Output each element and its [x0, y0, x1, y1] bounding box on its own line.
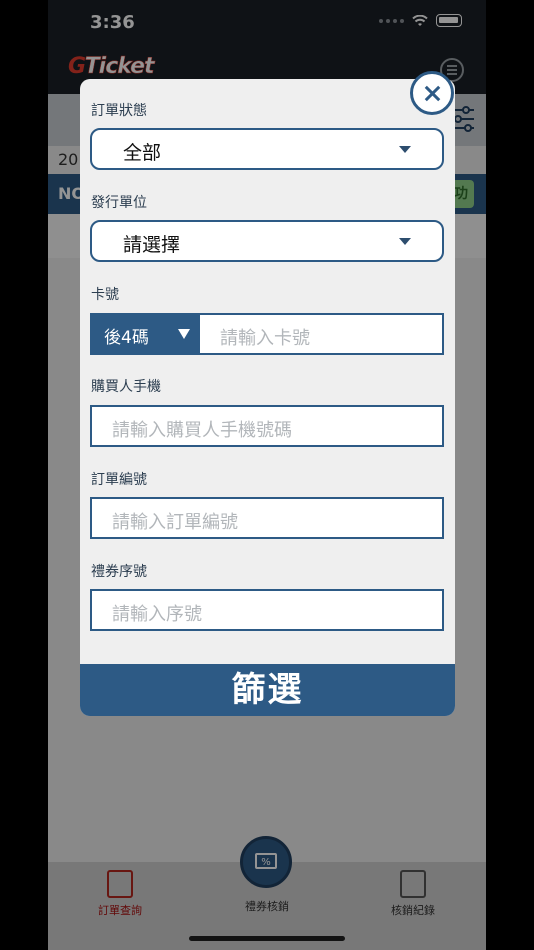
order-no-placeholder: 請輸入訂單編號: [112, 512, 238, 533]
chevron-down-icon: [399, 146, 411, 153]
card-label: 卡號: [91, 287, 119, 303]
card-mode-label: 後4碼: [104, 328, 149, 348]
issuer-label: 發行單位: [91, 195, 147, 211]
voucher-no-field[interactable]: 請輸入序號: [90, 589, 444, 631]
buyer-phone-placeholder: 請輸入購買人手機號碼: [112, 420, 292, 441]
filter-button[interactable]: 篩選: [80, 664, 455, 716]
buyer-phone-label: 購買人手機: [91, 379, 161, 395]
close-icon[interactable]: [410, 71, 454, 115]
chevron-down-icon: [399, 238, 411, 245]
card-number-placeholder: 請輸入卡號: [220, 328, 310, 349]
order-no-field[interactable]: 請輸入訂單編號: [90, 497, 444, 539]
order-status-select[interactable]: 全部: [90, 128, 444, 170]
voucher-no-placeholder: 請輸入序號: [112, 604, 202, 625]
order-no-label: 訂單編號: [91, 472, 147, 488]
issuer-select[interactable]: 請選擇: [90, 220, 444, 262]
card-number-field[interactable]: 後4碼 請輸入卡號: [90, 313, 444, 355]
caret-down-icon: [178, 329, 190, 339]
phone-screen: 3:36 GTicket 20 NO 功 訂單查詢 禮券核銷 核銷紀錄 % 訂單…: [48, 0, 486, 950]
filter-modal: 訂單狀態 全部 發行單位 請選擇 卡號 後4碼 請輸入卡號 購買人手機 請輸入購…: [80, 71, 455, 716]
buyer-phone-field[interactable]: 請輸入購買人手機號碼: [90, 405, 444, 447]
issuer-value: 請選擇: [123, 234, 181, 256]
voucher-no-label: 禮券序號: [91, 564, 147, 580]
card-mode-dropdown[interactable]: 後4碼: [92, 315, 200, 353]
order-status-label: 訂單狀態: [91, 103, 147, 119]
order-status-value: 全部: [123, 142, 162, 164]
